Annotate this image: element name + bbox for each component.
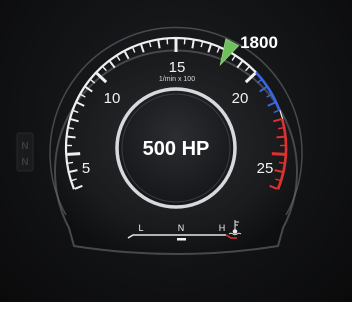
scale-tick	[207, 44, 212, 53]
scale-tick	[109, 60, 116, 69]
scale-label-5: 5	[82, 160, 90, 177]
scale-tick	[278, 127, 284, 130]
scale-label-20: 20	[232, 90, 249, 107]
scale-tick	[67, 135, 76, 139]
scale-tick	[157, 40, 161, 49]
scale-tick	[276, 135, 285, 139]
scale-tick	[216, 47, 220, 53]
dashboard-background: 5 10 15 20 25 1/min x 100 1800 500 HP L …	[0, 0, 352, 302]
rpm-readout: 1800	[240, 33, 278, 52]
scale-tick	[236, 60, 243, 69]
scale-label-15: 15	[169, 59, 186, 76]
rpm-unit-label: 1/min x 100	[159, 76, 195, 83]
scale-tick	[278, 161, 285, 164]
scale-tick	[102, 66, 107, 72]
horsepower-display: 500 HP	[143, 138, 210, 160]
scale-tick	[271, 152, 285, 156]
scale-tick	[132, 47, 136, 53]
temperature-level-indicator	[177, 238, 186, 241]
scale-tick	[191, 40, 195, 49]
scale-tick	[68, 127, 74, 130]
side-indicator-2: N	[21, 157, 28, 168]
scale-tick	[67, 161, 74, 164]
temperature-label-normal: N	[178, 223, 185, 233]
scale-tick	[231, 55, 236, 61]
side-indicator-1: N	[21, 141, 28, 152]
tachometer-gauge: 5 10 15 20 25 1/min x 100 1800 500 HP L …	[16, 26, 303, 255]
scale-tick	[148, 42, 152, 48]
temperature-label-high: H	[219, 223, 226, 233]
temperature-label-low: L	[138, 223, 143, 233]
scale-tick	[123, 51, 130, 60]
scale-tick	[67, 152, 81, 156]
scale-tick	[200, 42, 204, 48]
scale-label-25: 25	[257, 160, 274, 177]
scale-tick	[245, 66, 250, 72]
side-indicators: N N	[16, 132, 34, 172]
scale-label-10: 10	[104, 90, 121, 107]
scale-tick	[140, 44, 145, 53]
scale-tick	[116, 55, 121, 61]
